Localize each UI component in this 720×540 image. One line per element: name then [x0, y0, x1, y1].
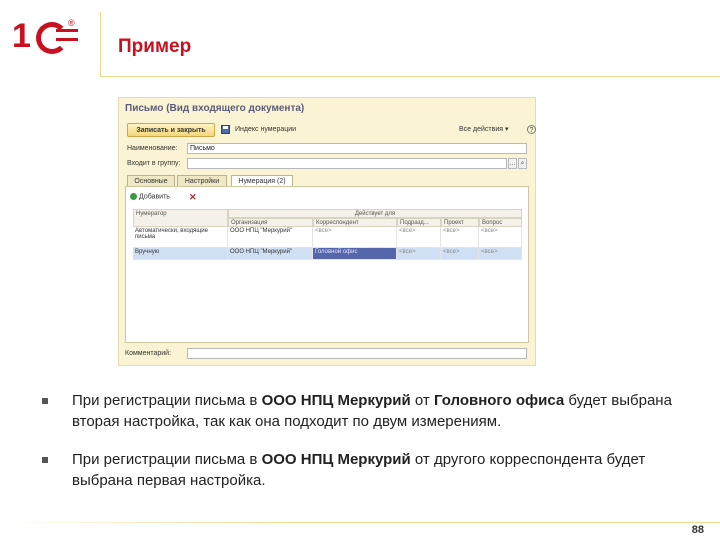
col-header-department[interactable]: Подразд... — [397, 218, 441, 227]
table-cell[interactable]: ООО НПЦ "Меркурий" — [228, 248, 313, 260]
bullet-marker — [42, 457, 48, 463]
header-rule — [100, 76, 720, 77]
logo-stripe — [56, 29, 78, 32]
col-header-correspondent[interactable]: Корреспондент — [313, 218, 397, 227]
col-header-project[interactable]: Проект — [441, 218, 479, 227]
bullet-emphasis: ООО НПЦ Меркурий — [261, 392, 411, 409]
1c-logo: 1 ® — [12, 18, 78, 54]
comment-field[interactable] — [187, 348, 527, 359]
table-row-numerator[interactable]: Автоматически, входящие письма — [133, 227, 228, 248]
bullet-text-2: При регистрации письма в ООО НПЦ Меркури… — [72, 449, 702, 491]
group-field[interactable] — [187, 158, 507, 169]
document-form-window: Письмо (Вид входящего документа) Записат… — [118, 97, 536, 366]
table-cell[interactable]: <все> — [313, 227, 397, 248]
logo-stripe — [56, 38, 78, 41]
col-header-applies: Действует для — [228, 209, 522, 218]
table-cell[interactable]: <все> — [479, 248, 522, 260]
add-button[interactable]: Добавить — [130, 193, 170, 200]
slide-title: Пример — [118, 36, 192, 57]
all-actions-menu[interactable]: Все действия ▾ — [459, 123, 508, 137]
bullet-emphasis: Головного офиса — [433, 392, 565, 409]
add-button-label: Добавить — [139, 193, 170, 201]
save-icon[interactable] — [221, 125, 230, 134]
table-cell[interactable]: <все> — [479, 227, 522, 248]
table-row-numerator[interactable]: Вручную — [133, 248, 228, 260]
group-search-icon[interactable]: ⌕ — [518, 158, 527, 169]
bullet-run: При регистрации письма в — [72, 451, 262, 468]
table-cell[interactable]: ООО НПЦ "Меркурий" — [228, 227, 313, 248]
help-icon[interactable]: ? — [527, 125, 536, 134]
bullet-marker — [42, 398, 48, 404]
table-cell[interactable]: <все> — [441, 248, 479, 260]
delete-icon[interactable]: ✕ — [189, 192, 197, 203]
logo-registered-mark: ® — [68, 18, 75, 28]
table-cell[interactable]: <все> — [397, 248, 441, 260]
group-label: Входит в группу: — [127, 160, 181, 167]
bullet-run: от — [410, 392, 434, 409]
tab-settings[interactable]: Настройки — [177, 175, 227, 186]
add-icon — [130, 193, 137, 200]
save-close-button[interactable]: Записать и закрыть — [127, 123, 215, 137]
logo-one-glyph: 1 — [12, 17, 31, 55]
name-field[interactable]: Письмо — [187, 143, 527, 154]
bullet-text-1: При регистрации письма в ООО НПЦ Меркури… — [72, 390, 702, 432]
tab-main[interactable]: Основные — [127, 175, 175, 186]
table-cell[interactable]: <все> — [441, 227, 479, 248]
bullet-run: При регистрации письма в — [72, 392, 262, 409]
numbering-index-button[interactable]: Индекс нумерации — [235, 123, 296, 137]
header-divider — [100, 12, 101, 76]
bullet-emphasis: ООО НПЦ Меркурий — [261, 451, 411, 468]
tab-numbering[interactable]: Нумерация (2) — [231, 175, 293, 186]
col-header-question[interactable]: Вопрос — [479, 218, 522, 227]
table-cell[interactable]: <все> — [397, 227, 441, 248]
group-select-button[interactable]: … — [508, 158, 517, 169]
table-cell-active[interactable]: Головной офис — [313, 248, 397, 260]
comment-label: Комментарий: — [125, 350, 172, 357]
page-number: 88 — [691, 524, 704, 536]
col-header-numerator[interactable]: Нумератор — [133, 209, 228, 227]
col-header-organization[interactable]: Организация — [228, 218, 313, 227]
name-label: Наименование: — [127, 145, 178, 152]
window-title: Письмо (Вид входящего документа) — [125, 103, 305, 114]
footer-rule — [0, 522, 720, 523]
